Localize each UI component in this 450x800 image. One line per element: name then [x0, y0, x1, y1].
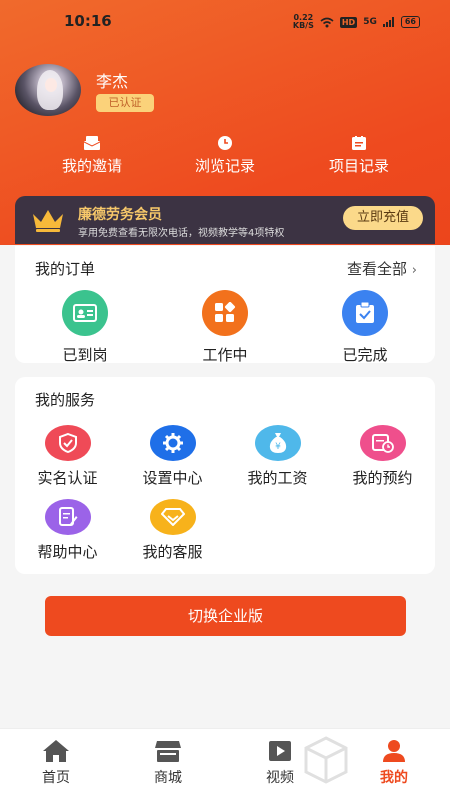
document-edit-icon [44, 499, 91, 535]
order-status-arrived[interactable]: 已到岗 [30, 290, 140, 365]
tab-label: 商城 [154, 770, 182, 786]
hd-badge: HD [339, 16, 358, 28]
project-icon [352, 136, 366, 150]
status-bar: 10:16 0.22 KB/S HD 5G 66 [0, 12, 450, 34]
service-label: 设置中心 [142, 469, 203, 487]
services-card: 我的服务 实名认证 设置中心 ¥ 我的工资 我的预约 帮助中心 我的客服 [15, 377, 435, 574]
store-icon [155, 741, 181, 762]
recharge-button[interactable]: 立即充值 [343, 206, 423, 230]
user-name: 李杰 [96, 72, 129, 91]
orders-title: 我的订单 [35, 260, 96, 278]
tab-label: 首页 [42, 770, 70, 786]
battery-icon: 66 [400, 16, 420, 28]
quick-link-label: 浏览记录 [194, 157, 255, 175]
signal-label: 5G [363, 17, 377, 27]
order-status-label: 工作中 [202, 346, 248, 364]
diamond-icon [149, 499, 196, 535]
home-icon [43, 740, 69, 762]
clock-icon [218, 136, 232, 150]
tab-home[interactable]: 首页 [16, 739, 96, 787]
chevron-right-icon: › [411, 263, 417, 278]
service-label: 我的工资 [247, 469, 308, 487]
avatar[interactable] [15, 64, 81, 116]
status-time: 10:16 [64, 12, 112, 30]
membership-banner[interactable]: 廉德劳务会员 享用免费查看无限次电话，视频教学等4项特权 立即充值 [15, 196, 435, 244]
avatar-face [45, 78, 57, 92]
video-icon [269, 741, 291, 761]
service-help[interactable]: 帮助中心 [15, 499, 120, 562]
switch-enterprise-button[interactable]: 切换企业版 [45, 596, 406, 636]
verified-badge: 已认证 [96, 94, 154, 112]
clipboard-check-icon [342, 290, 388, 336]
membership-description: 享用免费查看无限次电话，视频教学等4项特权 [78, 228, 285, 239]
money-bag-icon: ¥ [254, 425, 301, 461]
quick-link-invitation[interactable]: 我的邀请 [17, 136, 167, 176]
service-label: 实名认证 [37, 469, 98, 487]
invitation-icon [84, 136, 100, 150]
watermark-logo [300, 728, 450, 800]
services-title: 我的服务 [35, 391, 96, 409]
view-all-link[interactable]: 查看全部 › [347, 258, 417, 279]
id-card-icon [62, 290, 108, 336]
crown-icon [33, 210, 63, 232]
service-settings[interactable]: 设置中心 [120, 425, 225, 488]
service-salary[interactable]: ¥ 我的工资 [225, 425, 330, 488]
apps-icon [202, 290, 248, 336]
service-customer-service[interactable]: 我的客服 [120, 499, 225, 562]
net-speed: 0.22 KB/S [292, 13, 314, 30]
wifi-icon [320, 17, 334, 27]
status-icons: 0.22 KB/S HD 5G 66 [293, 14, 420, 30]
membership-title: 廉德劳务会员 [78, 207, 162, 223]
signal-icon [382, 17, 394, 27]
svg-text:¥: ¥ [275, 442, 281, 452]
order-status-working[interactable]: 工作中 [170, 290, 280, 365]
quick-link-projects[interactable]: 项目记录 [284, 136, 434, 176]
calendar-clock-icon [359, 425, 406, 461]
quick-link-label: 项目记录 [328, 157, 389, 175]
tab-store[interactable]: 商城 [128, 739, 208, 787]
service-label: 帮助中心 [37, 543, 98, 561]
quick-link-history[interactable]: 浏览记录 [150, 136, 300, 176]
order-status-label: 已到岗 [62, 346, 108, 364]
cube-icon [304, 736, 348, 784]
service-real-name[interactable]: 实名认证 [15, 425, 120, 488]
service-label: 我的客服 [142, 543, 203, 561]
service-label: 我的预约 [352, 469, 413, 487]
gear-icon [149, 425, 196, 461]
shield-icon [44, 425, 91, 461]
quick-link-label: 我的邀请 [61, 157, 122, 175]
order-status-label: 已完成 [342, 346, 388, 364]
order-status-completed[interactable]: 已完成 [310, 290, 420, 365]
orders-card: 我的订单 查看全部 › 已到岗 工作中 已完成 [15, 246, 435, 365]
service-appointment[interactable]: 我的预约 [330, 425, 435, 488]
